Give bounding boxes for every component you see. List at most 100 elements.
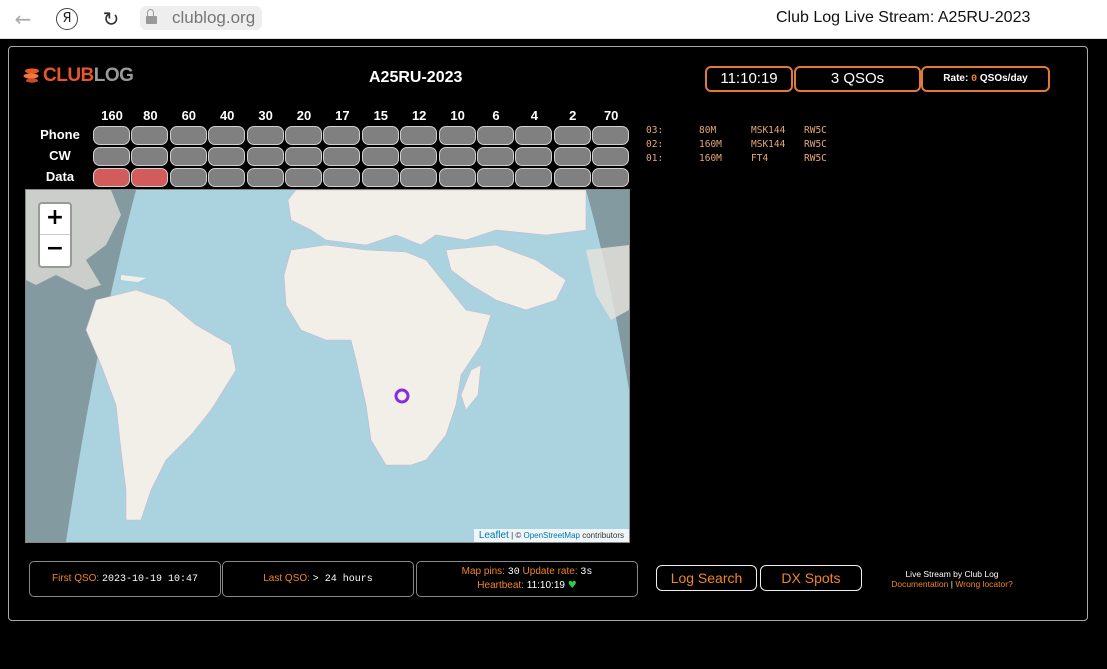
credit-text: Live Stream by Club Log (905, 569, 999, 579)
map-pins-label: Map pins: (461, 566, 508, 577)
band-header-15: 15 (373, 108, 389, 123)
band-cell-data-160 (93, 168, 130, 187)
band-cell-data-12 (400, 168, 438, 187)
qso-n: 01: (646, 153, 664, 164)
address-bar[interactable]: clublog.org (140, 6, 262, 30)
band-cell-phone-4 (515, 126, 553, 145)
yandex-icon[interactable]: Я (56, 8, 78, 30)
qso-mode: MSK144 (751, 125, 786, 136)
first-qso-value: 2023-10-19 10:47 (101, 574, 198, 585)
last-qso-label: Last QSO: (263, 573, 313, 584)
qso-call: RW5C (804, 125, 827, 136)
band-header-30: 30 (258, 108, 273, 123)
qso-call: RW5C (804, 153, 827, 164)
map-pins-value: 30 (507, 567, 520, 578)
rate-label: Rate: (943, 73, 972, 84)
band-cell-data-15 (361, 168, 399, 187)
band-cell-cw-60 (169, 147, 207, 166)
wrong-locator-link[interactable]: Wrong locator? (955, 579, 1012, 589)
qso-mode: MSK144 (751, 139, 786, 150)
qso-count-display: 3 QSOs (794, 66, 921, 92)
band-cell-data-70 (592, 168, 630, 187)
band-cell-cw-40 (208, 147, 246, 166)
zoom-in-button[interactable]: + (40, 204, 70, 235)
band-header-17: 17 (335, 108, 350, 123)
band-cell-cw-17 (323, 147, 361, 166)
zoom-out-button[interactable]: − (40, 235, 70, 265)
log-search-button[interactable]: Log Search (656, 565, 757, 591)
band-cell-phone-10 (438, 126, 476, 145)
band-cell-phone-2 (553, 126, 591, 145)
band-cell-cw-12 (400, 147, 438, 166)
qso-band: 160M (699, 139, 722, 150)
first-qso-box: First QSO: 2023-10-19 10:47 (29, 561, 221, 597)
page-title: Club Log Live Stream: A25RU-2023 (776, 9, 1031, 26)
band-cell-phone-15 (361, 126, 399, 145)
band-cell-cw-6 (477, 147, 514, 166)
live-stream-panel: CLUBLOG A25RU-2023 11:10:19 3 QSOs Rate:… (8, 46, 1088, 621)
stream-status-box: Map pins: 30 Update rate: 3s Heartbeat: … (416, 561, 638, 597)
update-rate-label: Update rate: (519, 566, 581, 577)
qso-call: RW5C (804, 139, 827, 150)
band-header-6: 6 (492, 108, 500, 123)
qso-n: 03: (646, 125, 664, 136)
band-cell-data-2 (553, 168, 591, 187)
band-header-80: 80 (143, 108, 158, 123)
browser-toolbar: ← Я ↻ clublog.org Club Log Live Stream: … (0, 0, 1107, 39)
band-cell-data-40 (208, 168, 246, 187)
band-cell-cw-10 (438, 147, 476, 166)
band-cell-cw-70 (592, 147, 630, 166)
logo-log-text: LOG (93, 65, 134, 86)
band-cell-phone-20 (285, 126, 322, 145)
clock-display: 11:10:19 (705, 66, 793, 92)
band-cell-cw-20 (285, 147, 322, 166)
band-header-20: 20 (296, 108, 312, 123)
leaflet-link[interactable]: Leaflet (479, 530, 509, 541)
logo-club-text: CLUB (43, 65, 94, 86)
band-cell-data-4 (515, 168, 553, 187)
clublog-swirl-icon (23, 68, 39, 83)
band-cell-cw-4 (515, 147, 553, 166)
reload-icon[interactable]: ↻ (98, 6, 124, 32)
last-qso-value: > 24 hours (312, 574, 373, 585)
band-cell-data-20 (285, 168, 322, 187)
band-header-60: 60 (181, 108, 197, 123)
attrib-tail: contributors (579, 531, 624, 540)
band-header-160: 160 (101, 108, 123, 123)
band-cell-phone-40 (208, 126, 246, 145)
back-arrow-icon[interactable]: ← (10, 6, 36, 32)
band-header-12: 12 (411, 108, 427, 123)
mode-label-phone: Phone (40, 127, 80, 142)
mode-label-cw: CW (49, 148, 71, 163)
band-cell-phone-6 (477, 126, 514, 145)
osm-link[interactable]: OpenStreetMap (523, 531, 579, 540)
qso-n: 02: (646, 139, 664, 150)
update-rate-value: 3s (580, 567, 593, 578)
band-header-70: 70 (603, 108, 619, 123)
band-header-40: 40 (219, 108, 235, 123)
band-cell-phone-60 (169, 126, 207, 145)
world-map[interactable]: + − Leaflet | © OpenStreetMap contributo… (25, 189, 630, 543)
band-cell-data-17 (323, 168, 361, 187)
band-cell-phone-17 (323, 126, 361, 145)
rate-display: Rate: 0 QSOs/day (921, 66, 1050, 92)
rate-unit: QSOs/day (977, 73, 1028, 84)
documentation-link[interactable]: Documentation (891, 579, 948, 589)
band-cell-phone-12 (400, 126, 438, 145)
mode-label-data: Data (45, 169, 75, 184)
dx-spots-button[interactable]: DX Spots (760, 565, 862, 591)
band-cell-phone-80 (131, 126, 169, 145)
band-cell-cw-2 (553, 147, 591, 166)
last-qso-box: Last QSO: > 24 hours (222, 561, 414, 597)
footer-credits: Live Stream by Club Log Documentation | … (877, 569, 1027, 589)
band-cell-data-30 (246, 168, 284, 187)
heart-icon: ♥ (567, 580, 577, 591)
band-cell-phone-160 (93, 126, 130, 145)
band-cell-phone-70 (592, 126, 630, 145)
map-zoom-control: + − (38, 202, 72, 268)
band-cell-data-60 (169, 168, 207, 187)
qso-mode: FT4 (751, 153, 769, 164)
first-qso-label: First QSO: (51, 573, 102, 584)
url-text: clublog.org (172, 8, 256, 27)
band-header-10: 10 (450, 108, 465, 123)
